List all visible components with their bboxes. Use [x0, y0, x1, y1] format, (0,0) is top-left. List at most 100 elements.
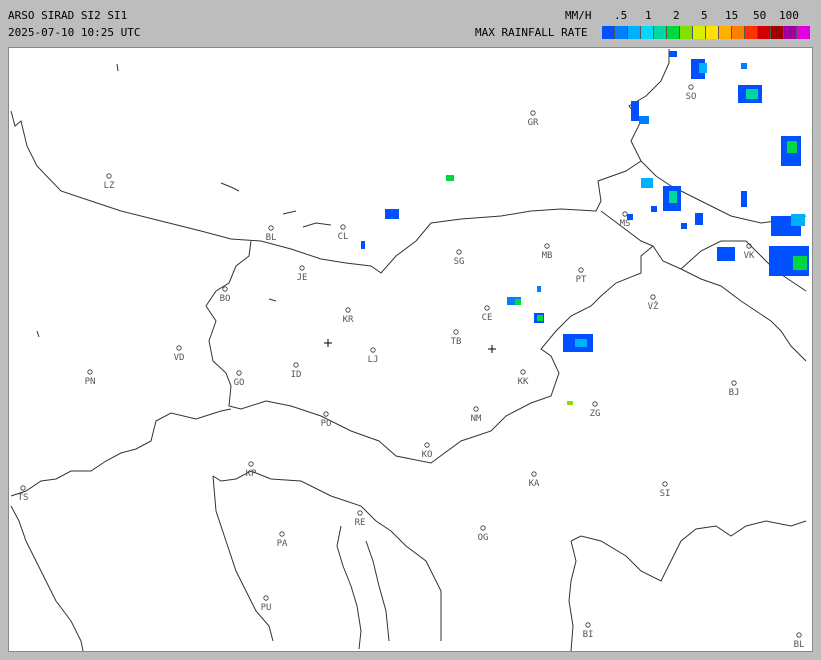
location-label: PN [85, 377, 96, 387]
island-1 [336, 525, 362, 650]
color-scale-bar [602, 26, 810, 39]
radar-window: ARSO SIRAD SI2 SI1 2025-07-10 10:25 UTC … [0, 0, 821, 660]
location-marker [176, 345, 182, 351]
location-marker [222, 286, 228, 292]
location-marker [279, 531, 285, 537]
rain-echo [787, 141, 797, 153]
rain-echo [515, 299, 521, 305]
location-marker [345, 307, 351, 313]
location-marker [293, 362, 299, 368]
locations-layer: GR SO LZ BL CL MB MS VK JE SG PT BO KR CE VŽ VD TB LJ PN GO… [18, 84, 805, 650]
location-marker [585, 622, 591, 628]
location-label: GR [528, 118, 539, 128]
legend-swatch [797, 26, 810, 39]
location-label: VD [174, 353, 185, 363]
rain-echo [791, 214, 805, 226]
legend-tick: .5 [614, 9, 628, 22]
rain-echo [699, 63, 707, 73]
location-label: CE [482, 313, 493, 323]
rain-echo [631, 101, 639, 121]
legend-tick: 2 [673, 9, 680, 22]
rain-echo [681, 223, 687, 229]
location-marker [263, 595, 269, 601]
legend-swatch [602, 26, 615, 39]
location-marker [531, 471, 537, 477]
rain-echo [567, 401, 573, 405]
location-marker [484, 305, 490, 311]
radar-sites [324, 339, 496, 353]
location-label: BO [220, 294, 231, 304]
location-marker [20, 485, 26, 491]
location-marker [592, 401, 598, 407]
legend-tick: 100 [779, 9, 799, 22]
location-label: NM [471, 414, 482, 424]
rain-echo [641, 178, 653, 188]
legend-tick: 50 [753, 9, 767, 22]
borders-layer [10, 49, 807, 652]
radar-site-marker [488, 345, 496, 353]
location-marker [340, 224, 346, 230]
istria-coast [212, 475, 274, 642]
bih-west-border [568, 540, 577, 652]
rain-echo [669, 191, 677, 203]
location-label: KO [422, 450, 433, 460]
legend-swatch [745, 26, 758, 39]
location-label: TS [18, 493, 29, 503]
legend-swatch [706, 26, 719, 39]
legend-swatch [615, 26, 628, 39]
location-label: JE [297, 273, 308, 283]
legend-swatch [667, 26, 680, 39]
rain-echo [537, 315, 543, 321]
rain-echoes-layer [361, 51, 809, 405]
rain-echo [695, 213, 703, 225]
legend-swatch [732, 26, 745, 39]
rain-echo [537, 286, 541, 292]
location-label: VK [744, 251, 755, 261]
product-title: ARSO SIRAD SI2 SI1 [8, 9, 128, 22]
rain-echo [446, 175, 454, 181]
location-label: CL [338, 232, 349, 242]
location-label: ID [291, 370, 302, 380]
map-canvas: GR SO LZ BL CL MB MS VK JE SG PT BO KR CE VŽ VD TB LJ PN GO… [10, 49, 809, 652]
island-2 [365, 540, 390, 642]
location-label: LZ [104, 181, 115, 191]
location-marker [453, 329, 459, 335]
location-marker [520, 369, 526, 375]
location-label: BL [794, 640, 805, 650]
radar-map: GR SO LZ BL CL MB MS VK JE SG PT BO KR CE VŽ VD TB LJ PN GO… [8, 47, 813, 652]
location-label: PU [261, 603, 272, 613]
legend-swatch [771, 26, 784, 39]
legend-swatch [628, 26, 641, 39]
location-marker [236, 370, 242, 376]
rain-echo [361, 241, 365, 249]
rain-echo [385, 209, 399, 219]
slovenia-southern-border [265, 245, 654, 464]
location-marker [473, 406, 479, 412]
legend-tick: 1 [645, 9, 652, 22]
location-label: OG [478, 533, 489, 543]
adriatic-coast [10, 505, 84, 652]
location-marker [323, 411, 329, 417]
rain-echo [746, 89, 758, 99]
location-label: MB [542, 251, 553, 261]
lake-4 [268, 298, 277, 302]
location-marker [622, 211, 628, 217]
location-marker [544, 243, 550, 249]
location-label: KP [246, 469, 257, 479]
location-marker [650, 294, 656, 300]
location-label: PT [576, 275, 587, 285]
location-marker [424, 442, 430, 448]
location-marker [456, 249, 462, 255]
location-marker [578, 267, 584, 273]
legend-swatch [641, 26, 654, 39]
italy-coast [10, 408, 232, 497]
legend-swatch [719, 26, 732, 39]
location-label: PO [321, 419, 332, 429]
location-label: MS [620, 219, 631, 229]
location-label: BL [266, 233, 277, 243]
location-label: BI [583, 630, 594, 640]
location-marker [480, 525, 486, 531]
rain-echo [669, 51, 677, 57]
location-marker [796, 632, 802, 638]
rain-echo [741, 63, 747, 69]
